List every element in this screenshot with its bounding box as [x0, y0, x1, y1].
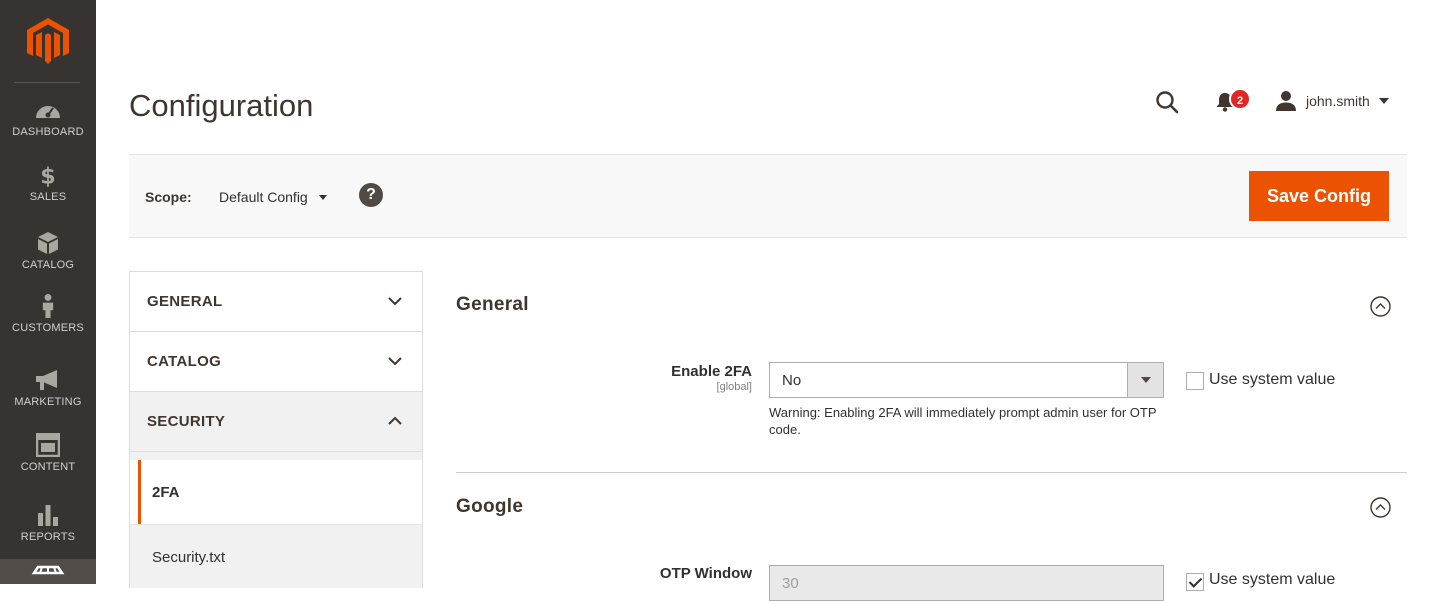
chevron-down-icon [1378, 98, 1389, 104]
nav-label: DASHBOARD [12, 126, 84, 138]
save-config-button[interactable]: Save Config [1249, 171, 1389, 221]
dashboard-icon [36, 106, 60, 118]
nav-label: MARKETING [14, 396, 82, 408]
subtab-label: 2FA [152, 484, 180, 501]
field-label-otp-window: OTP Window [659, 565, 752, 582]
scope-bar: Scope: Default Config ? Save Config [129, 154, 1407, 238]
collapse-icon[interactable] [1370, 296, 1391, 317]
collapse-icon[interactable] [1370, 497, 1391, 518]
tab-catalog[interactable]: CATALOG [129, 331, 423, 391]
use-system-value-checkbox[interactable] [1186, 372, 1204, 390]
dollar-icon: $ [40, 163, 55, 187]
tab-label: GENERAL [147, 293, 223, 310]
notifications-badge[interactable]: 2 [1229, 88, 1251, 110]
select-arrow [1127, 363, 1163, 397]
scope-switcher[interactable]: Default Config [219, 189, 327, 205]
scope-value: Default Config [219, 189, 308, 205]
person-icon [42, 294, 54, 318]
enable-2fa-note: Warning: Enabling 2FA will immediately p… [769, 405, 1157, 437]
nav-item-customers[interactable]: CUSTOMERS [0, 294, 96, 358]
chevron-down-icon [388, 357, 402, 366]
nav-item-content[interactable]: CONTENT [0, 433, 96, 497]
subtab-security-txt[interactable]: Security.txt [130, 524, 422, 588]
security-subtabs: 2FA Security.txt [129, 451, 423, 588]
subtab-label: Security.txt [152, 549, 226, 566]
svg-text:$: $ [40, 163, 55, 187]
tab-label: SECURITY [147, 413, 226, 430]
nav-item-dashboard[interactable]: DASHBOARD [0, 98, 96, 162]
tab-security[interactable]: SECURITY [129, 391, 423, 451]
chevron-down-icon [318, 194, 327, 200]
select-value: No [782, 372, 802, 389]
help-icon[interactable]: ? [359, 183, 383, 207]
subtab-spacer [130, 452, 422, 460]
user-menu[interactable]: john.smith [1275, 90, 1389, 112]
nav-item-marketing[interactable]: MARKETING [0, 368, 96, 432]
field-scope: [global] [716, 381, 752, 393]
nav-item-catalog[interactable]: CATALOG [0, 231, 96, 295]
nav-label: CATALOG [21, 259, 75, 271]
enable-2fa-select[interactable]: No [769, 362, 1164, 398]
nav-item-reports[interactable]: REPORTS [0, 503, 96, 567]
chevron-up-icon [388, 416, 402, 425]
user-icon [1276, 91, 1296, 111]
tab-label: CATALOG [147, 353, 222, 370]
subtab-2fa[interactable]: 2FA [138, 460, 422, 524]
box-icon [38, 232, 58, 254]
chevron-down-icon [1141, 377, 1151, 383]
field-label-enable-2fa: Enable 2FA [671, 363, 752, 380]
tab-general[interactable]: GENERAL [129, 271, 423, 331]
section-divider [456, 472, 1407, 473]
nav-item-sales[interactable]: $ SALES [0, 163, 96, 227]
search-icon[interactable] [1155, 90, 1179, 114]
nav-divider [14, 82, 80, 83]
store-icon [31, 565, 65, 575]
use-system-value-checkbox[interactable] [1186, 573, 1204, 591]
section-title-general[interactable]: General [456, 294, 529, 316]
nav-item-stores[interactable] [0, 559, 96, 584]
use-system-value-label[interactable]: Use system value [1209, 371, 1335, 389]
nav-label: CONTENT [20, 461, 76, 473]
nav-label: REPORTS [20, 531, 76, 543]
layout-icon [36, 433, 60, 457]
chevron-down-icon [388, 297, 402, 306]
section-title-google[interactable]: Google [456, 496, 523, 518]
page-title: Configuration [129, 88, 314, 123]
magento-logo-icon[interactable] [27, 18, 69, 64]
username: john.smith [1306, 93, 1370, 109]
scope-label: Scope: [145, 189, 192, 205]
config-tabs: GENERAL CATALOG SECURITY 2FA Security.tx… [129, 271, 423, 588]
use-system-value-label[interactable]: Use system value [1209, 571, 1335, 589]
nav-label: SALES [29, 191, 67, 203]
bar-chart-icon [38, 505, 58, 526]
otp-window-input[interactable]: 30 [769, 565, 1164, 601]
nav-label: CUSTOMERS [12, 322, 84, 334]
megaphone-icon [36, 370, 57, 390]
admin-sidebar: DASHBOARD $ SALES CATALOG CUSTOMERS MARK… [0, 0, 96, 584]
